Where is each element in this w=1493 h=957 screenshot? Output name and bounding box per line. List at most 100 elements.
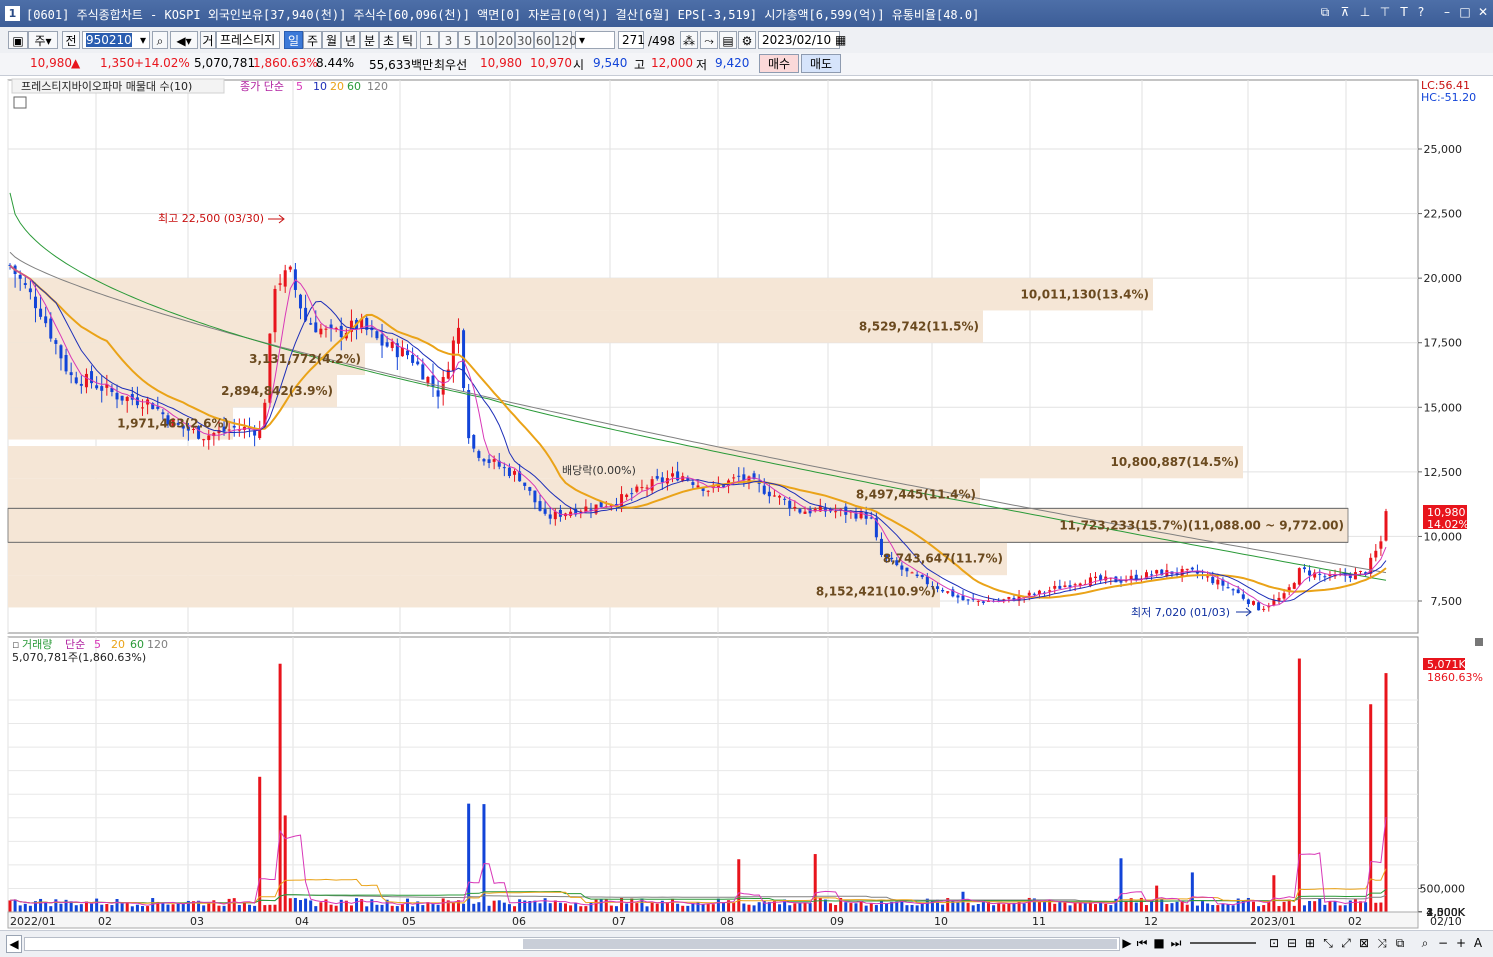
minus-icon[interactable]: −: [1436, 935, 1450, 951]
quote-low-label: 저: [696, 58, 708, 72]
scroll-left-icon[interactable]: ◀: [6, 935, 22, 953]
volume-bar: [141, 906, 145, 912]
date-field[interactable]: 2023/02/10 ▦: [758, 31, 846, 49]
x-axis-label: 10: [934, 915, 948, 928]
period-tab-0[interactable]: 일: [284, 31, 303, 49]
price-axis-label: 22,500: [1424, 208, 1463, 221]
tool-icon-6[interactable]: ⊠: [1356, 935, 1372, 951]
candle-body: [207, 435, 211, 441]
volume-bar: [1043, 901, 1047, 912]
pin3-icon[interactable]: ⊤: [1378, 5, 1392, 19]
period-tab-3[interactable]: 년: [341, 31, 360, 49]
help-icon[interactable]: ?: [1414, 5, 1428, 19]
layout-icon[interactable]: ▣: [8, 31, 28, 49]
stop-icon[interactable]: ■: [1152, 935, 1166, 951]
count-field[interactable]: 271: [618, 31, 645, 49]
close-icon[interactable]: ✕: [1476, 5, 1490, 19]
volume-bar: [181, 903, 185, 912]
candle-body: [538, 501, 542, 511]
volume-bar: [574, 902, 578, 912]
trend-icon[interactable]: ⤳: [700, 31, 718, 49]
candle-body: [696, 485, 700, 488]
period-tab-1[interactable]: 주: [303, 31, 322, 49]
code-input[interactable]: 950210 ▾: [82, 31, 150, 49]
pin-icon[interactable]: ⊼: [1338, 5, 1352, 19]
pin2-icon[interactable]: ⊥: [1358, 5, 1372, 19]
font-size-icon[interactable]: A: [1471, 935, 1485, 951]
period-tab-2[interactable]: 월: [322, 31, 341, 49]
volume-bar: [1297, 658, 1301, 912]
tool-icon-5[interactable]: ⤢: [1338, 935, 1354, 951]
range-button[interactable]: 전: [62, 31, 80, 49]
plus-icon[interactable]: +: [1454, 935, 1468, 951]
zoom-slider[interactable]: [1190, 942, 1256, 944]
sell-button[interactable]: 매도: [801, 54, 841, 73]
interval-button-20[interactable]: 20: [496, 31, 515, 49]
volume-bar: [1037, 902, 1041, 912]
stock-chart[interactable]: 10,800,887(14.5%) 10,011,130(13.4%) 8,529,…: [0, 76, 1493, 930]
interval-button-60[interactable]: 60: [534, 31, 553, 49]
text-icon[interactable]: T: [1397, 5, 1411, 19]
interval-button-3[interactable]: 3: [439, 31, 458, 49]
stock-name-field[interactable]: 프레스티지: [216, 31, 280, 49]
volume-bar: [278, 663, 282, 912]
tool-icon-4[interactable]: ⤡: [1320, 935, 1336, 951]
settings-icon[interactable]: ⚙: [738, 31, 756, 49]
candle-body: [1063, 585, 1067, 588]
tool-icon-7[interactable]: ⤨: [1374, 935, 1390, 951]
period-tab-4[interactable]: 분: [360, 31, 379, 49]
volume-bar: [232, 898, 236, 912]
volume-bar: [120, 902, 124, 912]
speaker-icon[interactable]: ◀▾: [170, 31, 198, 49]
tool-icon-2[interactable]: ⊟: [1284, 935, 1300, 951]
interval-button-30[interactable]: 30: [515, 31, 534, 49]
volume-bar: [620, 897, 624, 912]
candle-body: [492, 459, 496, 462]
candle-body: [456, 327, 460, 344]
interval-button-5[interactable]: 5: [458, 31, 477, 49]
period-tab-5[interactable]: 초: [379, 31, 398, 49]
volume-bar: [650, 902, 654, 912]
volume-bar: [64, 899, 68, 912]
tool-icon-8[interactable]: ⧉: [1392, 935, 1408, 951]
price-axis-label: 20,000: [1424, 272, 1463, 285]
volume-bar: [706, 904, 710, 912]
scrollbar-thumb[interactable]: [523, 939, 1117, 949]
tool-icon-1[interactable]: ⊡: [1266, 935, 1282, 951]
candle-body: [141, 407, 145, 409]
candle-body: [1379, 541, 1383, 549]
copy-icon[interactable]: ⧉: [1318, 5, 1332, 19]
search-icon[interactable]: ⌕: [152, 31, 168, 49]
volume-bar: [451, 902, 455, 912]
period-tab-6[interactable]: 틱: [398, 31, 417, 49]
price-axis-label: 7,500: [1431, 595, 1463, 608]
fast-forward-icon[interactable]: ⏭: [1169, 935, 1183, 951]
volume-bar: [518, 899, 522, 912]
minimize-icon[interactable]: –: [1440, 5, 1454, 19]
tool-icon-3[interactable]: ⊞: [1302, 935, 1318, 951]
buy-button[interactable]: 매수: [759, 54, 799, 73]
name-prefix[interactable]: 거: [200, 31, 216, 49]
volume-bar: [1119, 858, 1123, 912]
calendar-icon[interactable]: ▦: [835, 33, 846, 47]
volume-profile-label: 1,971,463(2.6%): [117, 416, 229, 430]
save-icon[interactable]: ▤: [719, 31, 737, 49]
market-select[interactable]: 주▾: [28, 31, 58, 49]
scroll-right-icon[interactable]: ▶: [1121, 935, 1133, 951]
zoom-out-icon[interactable]: ⌕: [1418, 935, 1432, 951]
candle-body: [620, 494, 624, 507]
candle-body: [1292, 583, 1296, 589]
candle-body: [533, 490, 537, 503]
scrollbar-track[interactable]: [24, 937, 1120, 951]
candle-body: [95, 385, 99, 389]
interval-custom-field[interactable]: ▾: [575, 31, 615, 49]
interval-button-1[interactable]: 1: [420, 31, 439, 49]
volume-bar: [309, 900, 313, 912]
grid-icon[interactable]: ⁂: [680, 31, 698, 49]
volume-bar: [237, 905, 241, 912]
rewind-icon[interactable]: ⏮: [1135, 935, 1149, 951]
volume-bar: [28, 905, 32, 912]
interval-button-10[interactable]: 10: [477, 31, 496, 49]
maximize-icon[interactable]: □: [1458, 5, 1472, 19]
interval-button-120[interactable]: 120: [553, 31, 577, 49]
